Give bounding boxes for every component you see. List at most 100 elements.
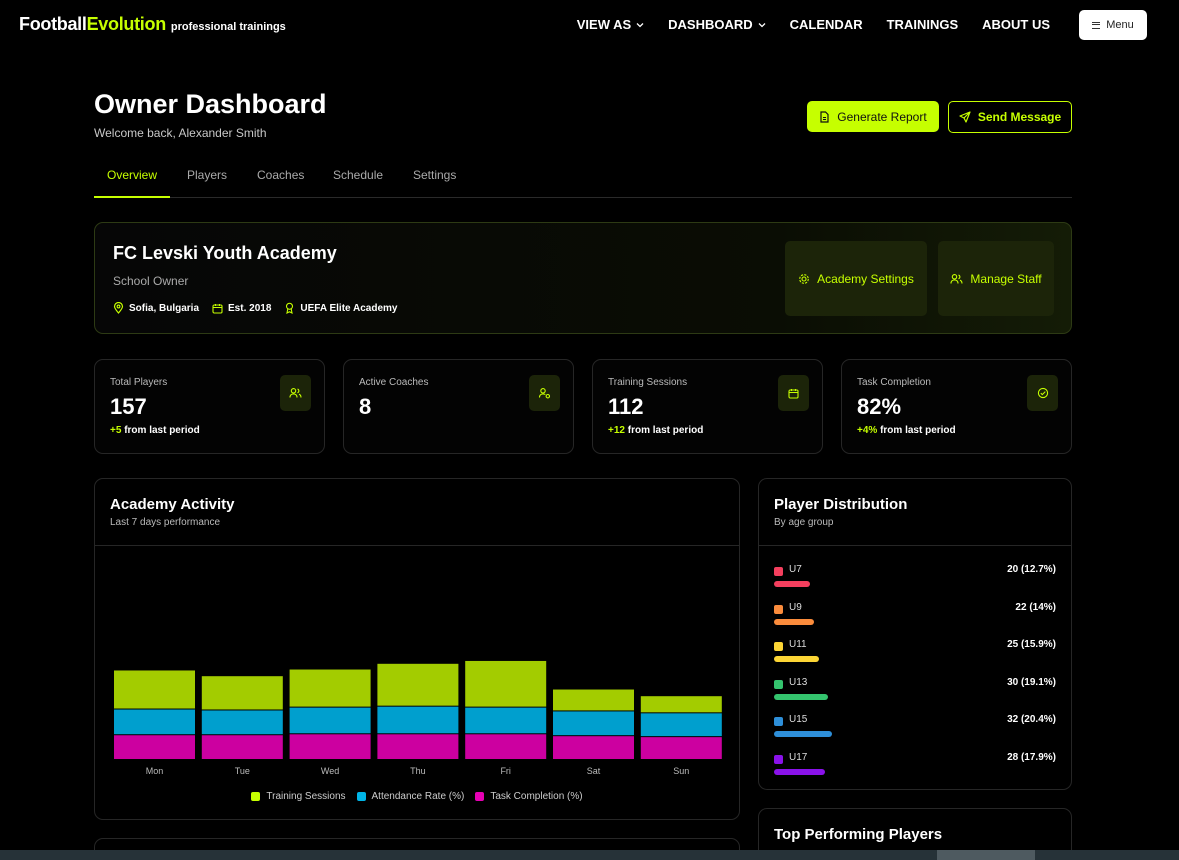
bar-segment-attendance-rate[interactable] bbox=[114, 709, 195, 735]
distribution-row-u17: U17 28 (17.9%) bbox=[774, 751, 1056, 781]
player-distribution-panel: Player Distribution By age group U7 20 (1… bbox=[758, 478, 1072, 790]
bar-segment-attendance-rate[interactable] bbox=[640, 713, 722, 737]
progress-bar bbox=[774, 581, 811, 587]
bar-segment-training-sessions[interactable] bbox=[377, 663, 459, 706]
stat-value: 8 bbox=[359, 394, 372, 419]
legend-swatch bbox=[475, 792, 485, 801]
send-icon bbox=[959, 111, 971, 123]
nav-label: ABOUT US bbox=[982, 17, 1050, 32]
academy-location: Sofia, Bulgaria bbox=[113, 302, 199, 314]
stat-card-active-coaches: Active Coaches 8 bbox=[343, 359, 574, 454]
stat-delta-text: from last period bbox=[880, 425, 956, 436]
nav-label: DASHBOARD bbox=[668, 17, 753, 32]
bar-segment-training-sessions[interactable] bbox=[289, 669, 371, 707]
stat-card-total-players: Total Players 157 +5 from last period bbox=[94, 359, 325, 454]
stat-delta-text: from last period bbox=[124, 425, 200, 436]
progress-bar bbox=[774, 769, 825, 775]
calendar-icon bbox=[778, 375, 809, 411]
distribution-row-u13: U13 30 (19.1%) bbox=[774, 676, 1056, 706]
bar-segment-training-sessions[interactable] bbox=[640, 696, 722, 713]
age-group-label: U17 bbox=[789, 752, 808, 763]
legend-item[interactable]: Training Sessions bbox=[251, 791, 346, 802]
progress-bar bbox=[774, 731, 832, 738]
bar-segment-task-completion[interactable] bbox=[289, 734, 371, 759]
color-dot bbox=[774, 679, 783, 689]
stat-delta: +5 from last period bbox=[110, 425, 200, 436]
generate-report-button[interactable]: Generate Report bbox=[807, 101, 939, 132]
academy-location-text: Sofia, Bulgaria bbox=[129, 302, 200, 314]
check-circle-icon bbox=[1027, 375, 1058, 411]
bar-segment-task-completion[interactable] bbox=[553, 736, 634, 759]
age-group-value: 32 (20.4%) bbox=[1007, 714, 1056, 726]
send-message-button[interactable]: Send Message bbox=[948, 101, 1072, 133]
bar-segment-task-completion[interactable] bbox=[465, 734, 547, 759]
horizontal-scrollbar[interactable] bbox=[0, 850, 1179, 860]
age-group-value: 28 (17.9%) bbox=[1007, 752, 1056, 763]
academy-settings-label: Academy Settings bbox=[817, 271, 914, 286]
bar-segment-attendance-rate[interactable] bbox=[289, 707, 371, 734]
tab-players[interactable]: Players bbox=[187, 168, 227, 196]
age-group-label: U9 bbox=[789, 601, 802, 613]
brand-tagline: professional trainings bbox=[170, 21, 286, 33]
activity-subtitle: Last 7 days performance bbox=[110, 517, 221, 528]
bar-segment-task-completion[interactable] bbox=[114, 735, 195, 759]
bar-segment-attendance-rate[interactable] bbox=[377, 706, 459, 734]
academy-settings-button[interactable]: Academy Settings bbox=[785, 241, 927, 316]
welcome-text: Welcome back, Alexander Smith bbox=[94, 126, 267, 140]
nav-trainings[interactable]: TRAININGS bbox=[887, 17, 959, 32]
manage-staff-label: Manage Staff bbox=[970, 271, 1042, 286]
color-dot bbox=[774, 604, 783, 614]
bar-segment-attendance-rate[interactable] bbox=[201, 710, 283, 735]
chevron-down-icon bbox=[758, 22, 766, 27]
nav-view-as[interactable]: VIEW AS bbox=[577, 17, 644, 32]
legend-item[interactable]: Attendance Rate (%) bbox=[356, 791, 464, 802]
x-tick-label: Wed bbox=[321, 766, 339, 776]
distribution-title: Player Distribution bbox=[774, 496, 908, 513]
tab-overview[interactable]: Overview bbox=[94, 168, 170, 198]
academy-established: Est. 2018 bbox=[212, 302, 271, 314]
dashboard-tabs: Overview Players Coaches Schedule Settin… bbox=[94, 160, 1072, 198]
stat-label: Active Coaches bbox=[359, 377, 429, 388]
stat-delta-value: +5 bbox=[110, 425, 122, 436]
x-tick-label: Sat bbox=[587, 766, 601, 776]
distribution-row-u15: U15 32 (20.4%) bbox=[774, 713, 1056, 743]
age-group-value: 25 (15.9%) bbox=[1007, 639, 1056, 651]
manage-staff-button[interactable]: Manage Staff bbox=[938, 241, 1054, 316]
tab-coaches[interactable]: Coaches bbox=[257, 168, 304, 196]
progress-bar bbox=[774, 693, 829, 700]
legend-item[interactable]: Task Completion (%) bbox=[475, 791, 583, 802]
distribution-row-u7: U7 20 (12.7%) bbox=[774, 563, 1056, 593]
x-tick-label: Tue bbox=[235, 766, 250, 776]
bar-segment-task-completion[interactable] bbox=[377, 734, 459, 759]
brand-logo[interactable]: Football Evolution professional training… bbox=[19, 14, 286, 35]
bar-segment-task-completion[interactable] bbox=[640, 737, 722, 759]
tab-settings[interactable]: Settings bbox=[413, 168, 456, 196]
nav-calendar[interactable]: CALENDAR bbox=[790, 17, 863, 32]
bar-segment-training-sessions[interactable] bbox=[201, 676, 283, 710]
bar-segment-training-sessions[interactable] bbox=[553, 689, 634, 711]
tab-schedule[interactable]: Schedule bbox=[333, 168, 383, 196]
nav-about-us[interactable]: ABOUT US bbox=[982, 17, 1050, 32]
age-group-label: U7 bbox=[789, 564, 802, 575]
stat-delta: +12 from last period bbox=[608, 425, 703, 436]
bar-segment-attendance-rate[interactable] bbox=[465, 707, 547, 734]
main-nav: VIEW AS DASHBOARD CALENDAR TRAININGS ABO… bbox=[553, 17, 1050, 32]
bar-segment-task-completion[interactable] bbox=[201, 735, 283, 759]
age-group-label: U15 bbox=[789, 714, 808, 726]
academy-meta: Sofia, Bulgaria Est. 2018 UEFA Elite Aca… bbox=[113, 302, 397, 314]
nav-dashboard[interactable]: DASHBOARD bbox=[668, 17, 766, 32]
document-icon bbox=[820, 110, 829, 123]
distribution-row-u11: U11 25 (15.9%) bbox=[774, 638, 1056, 668]
academy-name: FC Levski Youth Academy bbox=[113, 243, 337, 263]
progress-bar bbox=[774, 618, 814, 625]
scrollbar-thumb[interactable] bbox=[937, 850, 1035, 860]
gear-icon bbox=[799, 273, 809, 284]
bar-segment-training-sessions[interactable] bbox=[114, 670, 195, 709]
menu-button[interactable]: Menu bbox=[1079, 10, 1147, 40]
color-dot bbox=[774, 642, 783, 652]
bar-segment-attendance-rate[interactable] bbox=[553, 711, 634, 736]
chevron-down-icon bbox=[636, 22, 644, 27]
legend-label: Task Completion (%) bbox=[490, 791, 583, 802]
brand-name-part1: Football bbox=[19, 14, 87, 34]
bar-segment-training-sessions[interactable] bbox=[465, 660, 547, 707]
